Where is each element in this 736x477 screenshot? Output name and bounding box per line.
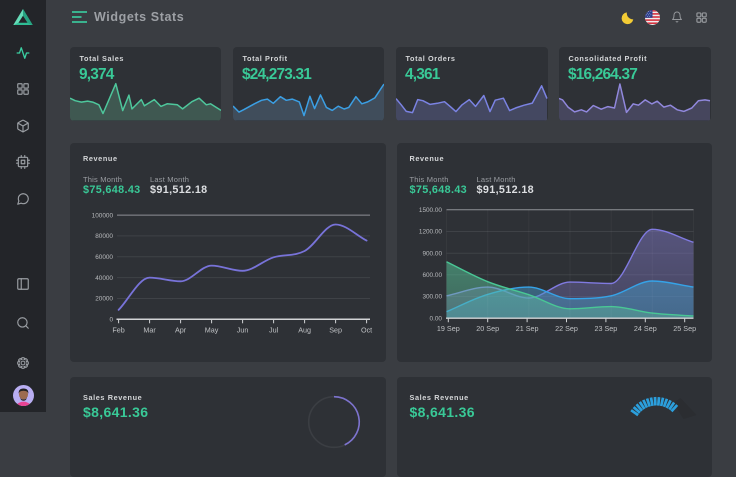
svg-text:40000: 40000: [95, 275, 113, 282]
svg-text:May: May: [205, 325, 219, 334]
svg-text:Aug: Aug: [298, 325, 311, 334]
svg-text:60000: 60000: [95, 254, 113, 261]
svg-text:22 Sep: 22 Sep: [555, 324, 578, 333]
svg-text:1500.00: 1500.00: [418, 207, 442, 214]
svg-text:80000: 80000: [95, 233, 113, 240]
svg-text:300.00: 300.00: [422, 294, 442, 301]
svg-text:25 Sep: 25 Sep: [673, 324, 696, 333]
svg-text:20000: 20000: [95, 296, 113, 303]
svg-text:Feb: Feb: [112, 325, 124, 334]
svg-text:21 Sep: 21 Sep: [515, 324, 538, 333]
svg-text:19 Sep: 19 Sep: [436, 324, 459, 333]
svg-text:23 Sep: 23 Sep: [594, 324, 617, 333]
svg-text:24 Sep: 24 Sep: [633, 324, 656, 333]
svg-text:Oct: Oct: [361, 325, 372, 334]
svg-text:900.00: 900.00: [422, 250, 442, 257]
svg-text:100000: 100000: [92, 212, 114, 219]
svg-text:1200.00: 1200.00: [418, 229, 442, 236]
svg-text:Mar: Mar: [143, 325, 156, 334]
svg-text:Jul: Jul: [269, 325, 279, 334]
svg-text:Sep: Sep: [329, 325, 342, 334]
svg-text:600.00: 600.00: [422, 272, 442, 279]
svg-text:Jun: Jun: [237, 325, 249, 334]
svg-text:20 Sep: 20 Sep: [476, 324, 499, 333]
svg-text:0: 0: [109, 317, 113, 324]
svg-text:Apr: Apr: [175, 325, 187, 334]
svg-text:0.00: 0.00: [429, 315, 442, 322]
